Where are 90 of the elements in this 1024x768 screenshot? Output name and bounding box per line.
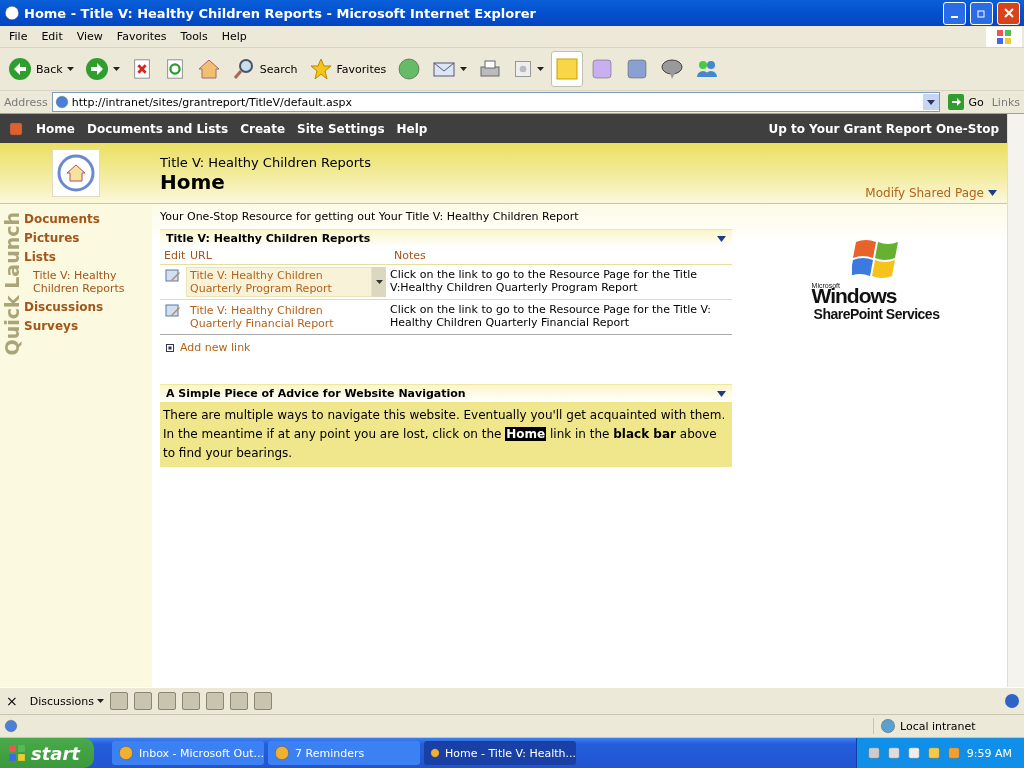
discussion-tool-icon[interactable] bbox=[205, 692, 224, 710]
page-title: Home bbox=[160, 170, 226, 194]
minimize-icon bbox=[951, 16, 958, 18]
nav-link[interactable]: Documents and Lists bbox=[86, 121, 229, 136]
nav-link[interactable]: Up to Your Grant Report One-Stop bbox=[768, 121, 999, 136]
dropdown-caret-icon[interactable] bbox=[988, 190, 997, 196]
menu-item[interactable]: File bbox=[2, 30, 35, 43]
restore-icon bbox=[976, 8, 987, 18]
sidebar-link[interactable]: Documents bbox=[24, 212, 133, 226]
clock: 9:59 AM bbox=[966, 746, 1012, 760]
sidebar-link[interactable]: Lists bbox=[24, 250, 133, 264]
caret-icon[interactable] bbox=[66, 67, 74, 71]
nav-link[interactable]: Site Settings bbox=[297, 121, 385, 136]
search-icon bbox=[231, 57, 256, 81]
edit-icon[interactable] bbox=[165, 269, 181, 283]
discussion-tool-icon[interactable] bbox=[181, 692, 200, 710]
restore-button[interactable] bbox=[970, 1, 993, 25]
tray-icon bbox=[886, 746, 901, 760]
menu-item[interactable]: Help bbox=[214, 30, 254, 43]
address-label: Address bbox=[4, 95, 48, 109]
toolbar-button[interactable]: Favorites bbox=[304, 51, 391, 87]
discussion-tool-icon[interactable] bbox=[133, 692, 152, 710]
security-zone: Local intranet bbox=[873, 718, 1020, 734]
quick-launch-watermark: Quick Launch bbox=[1, 212, 23, 356]
notes-cell-text: Click on the link to go to the Resource Page for the Title V:Healthy Children Quarterly Program Report bbox=[389, 267, 699, 296]
media-icon bbox=[513, 59, 534, 79]
close-icon bbox=[1003, 8, 1014, 18]
edit-icon[interactable] bbox=[165, 304, 181, 318]
taskbar-button[interactable]: Home - Title V: Health... bbox=[424, 741, 576, 765]
caret-icon[interactable] bbox=[460, 67, 468, 71]
add-item-icon bbox=[166, 343, 174, 352]
nav-link[interactable]: Help bbox=[396, 121, 428, 136]
caret-icon[interactable] bbox=[112, 67, 120, 71]
close-button[interactable] bbox=[997, 1, 1020, 25]
taskbar-button[interactable]: 7 Reminders bbox=[268, 741, 420, 765]
report-link[interactable]: Title V: Healthy Children Quarterly Program Report bbox=[186, 267, 373, 297]
advice-paragraph: There are multiple ways to navigate this website. Eventually you'll get acquainted with them. In the meantime if at any point you are lost, click on the Home link in the black bar above to find your bearings. bbox=[160, 402, 732, 467]
tagline: Your One-Stop Resource for getting out Your Title V: Healthy Children Report bbox=[160, 210, 580, 223]
close-button[interactable]: × bbox=[4, 693, 24, 709]
tray-icon bbox=[866, 746, 881, 760]
tray-icon bbox=[926, 746, 941, 760]
tray-icon bbox=[906, 746, 921, 760]
caret-icon bbox=[375, 280, 383, 284]
discussion-tool-icon[interactable] bbox=[109, 692, 128, 710]
column-header: URL bbox=[190, 249, 213, 262]
caret-icon[interactable] bbox=[96, 699, 104, 703]
go-button[interactable]: Go bbox=[944, 92, 988, 112]
item-menu-button[interactable] bbox=[372, 267, 386, 297]
column-header: Notes bbox=[394, 249, 426, 262]
windows-flag-icon bbox=[8, 744, 26, 762]
sidebar-link[interactable]: Discussions bbox=[24, 300, 133, 314]
sticky-note-icon bbox=[555, 57, 580, 81]
report-link[interactable]: Title V: Healthy Children Quarterly Financial Report bbox=[186, 302, 374, 332]
menu-item[interactable]: View bbox=[69, 30, 110, 43]
add-link[interactable]: Add new link bbox=[180, 341, 251, 354]
sidebar-link[interactable]: Pictures bbox=[24, 231, 133, 245]
scrollbar[interactable] bbox=[1007, 114, 1024, 687]
address-field[interactable]: http://intranet/sites/grantreport/TitleV/default.aspx bbox=[51, 92, 941, 112]
discussion-tool-icon[interactable] bbox=[253, 692, 272, 710]
logo-text: SharePoint Services bbox=[812, 306, 940, 322]
taskbar-button[interactable]: Inbox - Microsoft Out... bbox=[112, 741, 264, 765]
web-part-menu-icon[interactable] bbox=[717, 390, 726, 397]
web-part-title: A Simple Piece of Advice for Website Navigation bbox=[166, 387, 466, 400]
web-part-title: Title V: Healthy Children Reports bbox=[166, 232, 371, 245]
modify-page-menu[interactable]: Modify Shared Page bbox=[865, 186, 1007, 203]
menu-item[interactable]: Edit bbox=[34, 30, 70, 43]
home-icon bbox=[196, 57, 221, 81]
toolbar-button[interactable]: Search bbox=[227, 51, 302, 87]
sidebar-sublink[interactable]: Title V: Healthy Children Reports bbox=[24, 269, 133, 295]
menu-item[interactable]: Tools bbox=[173, 30, 215, 43]
caret-icon[interactable] bbox=[537, 67, 545, 71]
column-header: Edit bbox=[164, 249, 187, 262]
discussion-tool-icon[interactable] bbox=[229, 692, 248, 710]
menu-item[interactable]: Favorites bbox=[109, 30, 174, 43]
minimize-button[interactable] bbox=[943, 1, 966, 25]
discussion-tool-icon[interactable] bbox=[157, 692, 176, 710]
nav-link[interactable]: Home bbox=[36, 121, 75, 136]
toolbar-button[interactable]: Back bbox=[4, 51, 78, 87]
speech-bubble-icon bbox=[660, 57, 685, 81]
web-part-menu-icon[interactable] bbox=[717, 235, 726, 242]
star-icon bbox=[308, 57, 333, 81]
window-title: Home - Title V: Healthy Children Reports - Microsoft Internet Explorer bbox=[24, 5, 537, 21]
discussions-menu-button[interactable]: Discussions bbox=[29, 694, 104, 708]
links-label[interactable]: Links bbox=[991, 95, 1020, 109]
tray-icon bbox=[946, 746, 961, 760]
site-title: Title V: Healthy Children Reports bbox=[160, 155, 372, 170]
nav-link[interactable]: Create bbox=[240, 121, 286, 136]
sidebar-link[interactable]: Surveys bbox=[24, 319, 133, 333]
notes-cell-text: Click on the link to go to the Resource Page for the Title V: Healthy Children Quarterly Financial Report bbox=[389, 302, 712, 331]
windows-flag-icon bbox=[986, 26, 1022, 47]
